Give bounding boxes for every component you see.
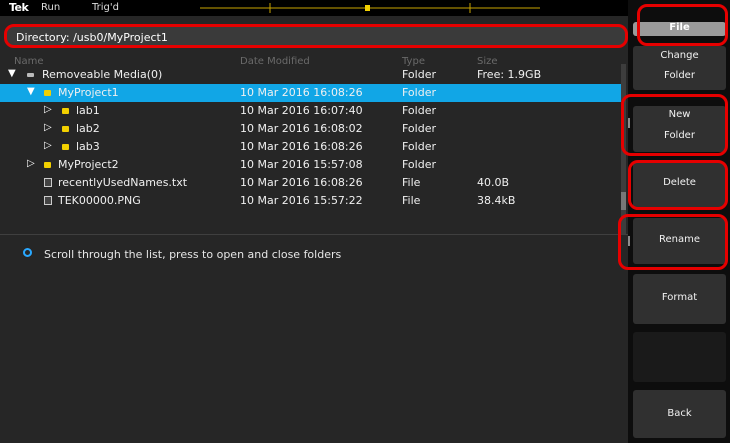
file-type: Folder [402, 140, 436, 153]
highlight-new-folder [621, 94, 728, 156]
file-type: File [402, 176, 421, 189]
change-folder-button[interactable]: Change Folder [633, 46, 726, 90]
file-list[interactable]: ▼ Removeable Media(0) Folder Free: 1.9GB… [0, 66, 626, 232]
file-row[interactable]: ▷ lab2 10 Mar 2016 16:08:02 Folder [0, 120, 626, 138]
file-name: lab1 [76, 104, 100, 117]
help-hint: Scroll through the list, press to open a… [44, 248, 342, 261]
file-row[interactable]: recentlyUsedNames.txt 10 Mar 2016 16:08:… [0, 174, 626, 192]
file-row-selected[interactable]: ▼ MyProject1 10 Mar 2016 16:08:26 Folder [0, 84, 626, 102]
back-button[interactable]: Back [633, 390, 726, 438]
multipurpose-knob-icon [23, 248, 32, 257]
tek-logo: Tek [9, 1, 29, 14]
folder-icon [62, 144, 69, 150]
folder-icon [44, 90, 51, 96]
file-size: Free: 1.9GB [477, 68, 542, 81]
file-date: 10 Mar 2016 16:07:40 [240, 104, 363, 117]
highlight-rename [618, 214, 728, 270]
run-status: Run [41, 2, 61, 13]
collapse-arrow-icon[interactable]: ▷ [44, 140, 52, 151]
file-name: MyProject2 [58, 158, 119, 171]
change-folder-label-2: Folder [664, 70, 695, 81]
file-type: Folder [402, 86, 436, 99]
file-type: Folder [402, 122, 436, 135]
file-row[interactable]: TEK00000.PNG 10 Mar 2016 15:57:22 File 3… [0, 192, 626, 210]
file-date: 10 Mar 2016 16:08:26 [240, 140, 363, 153]
highlight-delete [628, 160, 728, 210]
collapse-arrow-icon[interactable]: ▷ [44, 104, 52, 115]
directory-bar: Directory: /usb0/MyProject1 [4, 24, 628, 48]
file-date: 10 Mar 2016 16:08:26 [240, 176, 363, 189]
file-row[interactable]: ▷ lab3 10 Mar 2016 16:08:26 Folder [0, 138, 626, 156]
file-size: 38.4kB [477, 194, 516, 207]
file-date: 10 Mar 2016 16:08:02 [240, 122, 363, 135]
folder-icon [62, 108, 69, 114]
directory-path: Directory: /usb0/MyProject1 [16, 31, 168, 44]
divider [0, 234, 628, 235]
scrollbar-thumb[interactable] [621, 192, 626, 210]
folder-icon [62, 126, 69, 132]
collapse-arrow-icon[interactable]: ▷ [27, 158, 35, 169]
expand-arrow-icon[interactable]: ▼ [8, 68, 16, 79]
file-size: 40.0B [477, 176, 510, 189]
empty-menu-slot [633, 332, 726, 382]
highlight-file [637, 4, 728, 46]
expand-arrow-icon[interactable]: ▼ [27, 86, 35, 97]
file-name: recentlyUsedNames.txt [58, 176, 188, 189]
trigger-status: Trig'd [92, 2, 119, 13]
file-date: 10 Mar 2016 16:08:26 [240, 86, 363, 99]
drive-icon [27, 73, 34, 77]
file-name: Removeable Media(0) [42, 68, 163, 81]
file-row[interactable]: ▷ MyProject2 10 Mar 2016 15:57:08 Folder [0, 156, 626, 174]
format-button[interactable]: Format [633, 274, 726, 324]
back-label: Back [667, 408, 692, 419]
file-icon [44, 178, 52, 187]
file-name: lab3 [76, 140, 100, 153]
format-label: Format [661, 292, 698, 303]
waveform-preview [200, 3, 540, 13]
file-name: MyProject1 [58, 86, 119, 99]
image-file-icon [44, 196, 52, 205]
folder-icon [44, 162, 51, 168]
file-type: Folder [402, 68, 436, 81]
status-bar: Tek Run Trig'd [0, 0, 628, 16]
collapse-arrow-icon[interactable]: ▷ [44, 122, 52, 133]
file-type: File [402, 194, 421, 207]
file-name: TEK00000.PNG [58, 194, 141, 207]
file-name: lab2 [76, 122, 100, 135]
file-type: Folder [402, 104, 436, 117]
file-date: 10 Mar 2016 15:57:08 [240, 158, 363, 171]
file-row[interactable]: ▷ lab1 10 Mar 2016 16:07:40 Folder [0, 102, 626, 120]
file-row[interactable]: ▼ Removeable Media(0) Folder Free: 1.9GB [0, 66, 626, 84]
change-folder-label-1: Change [660, 50, 699, 61]
file-type: Folder [402, 158, 436, 171]
file-date: 10 Mar 2016 15:57:22 [240, 194, 363, 207]
